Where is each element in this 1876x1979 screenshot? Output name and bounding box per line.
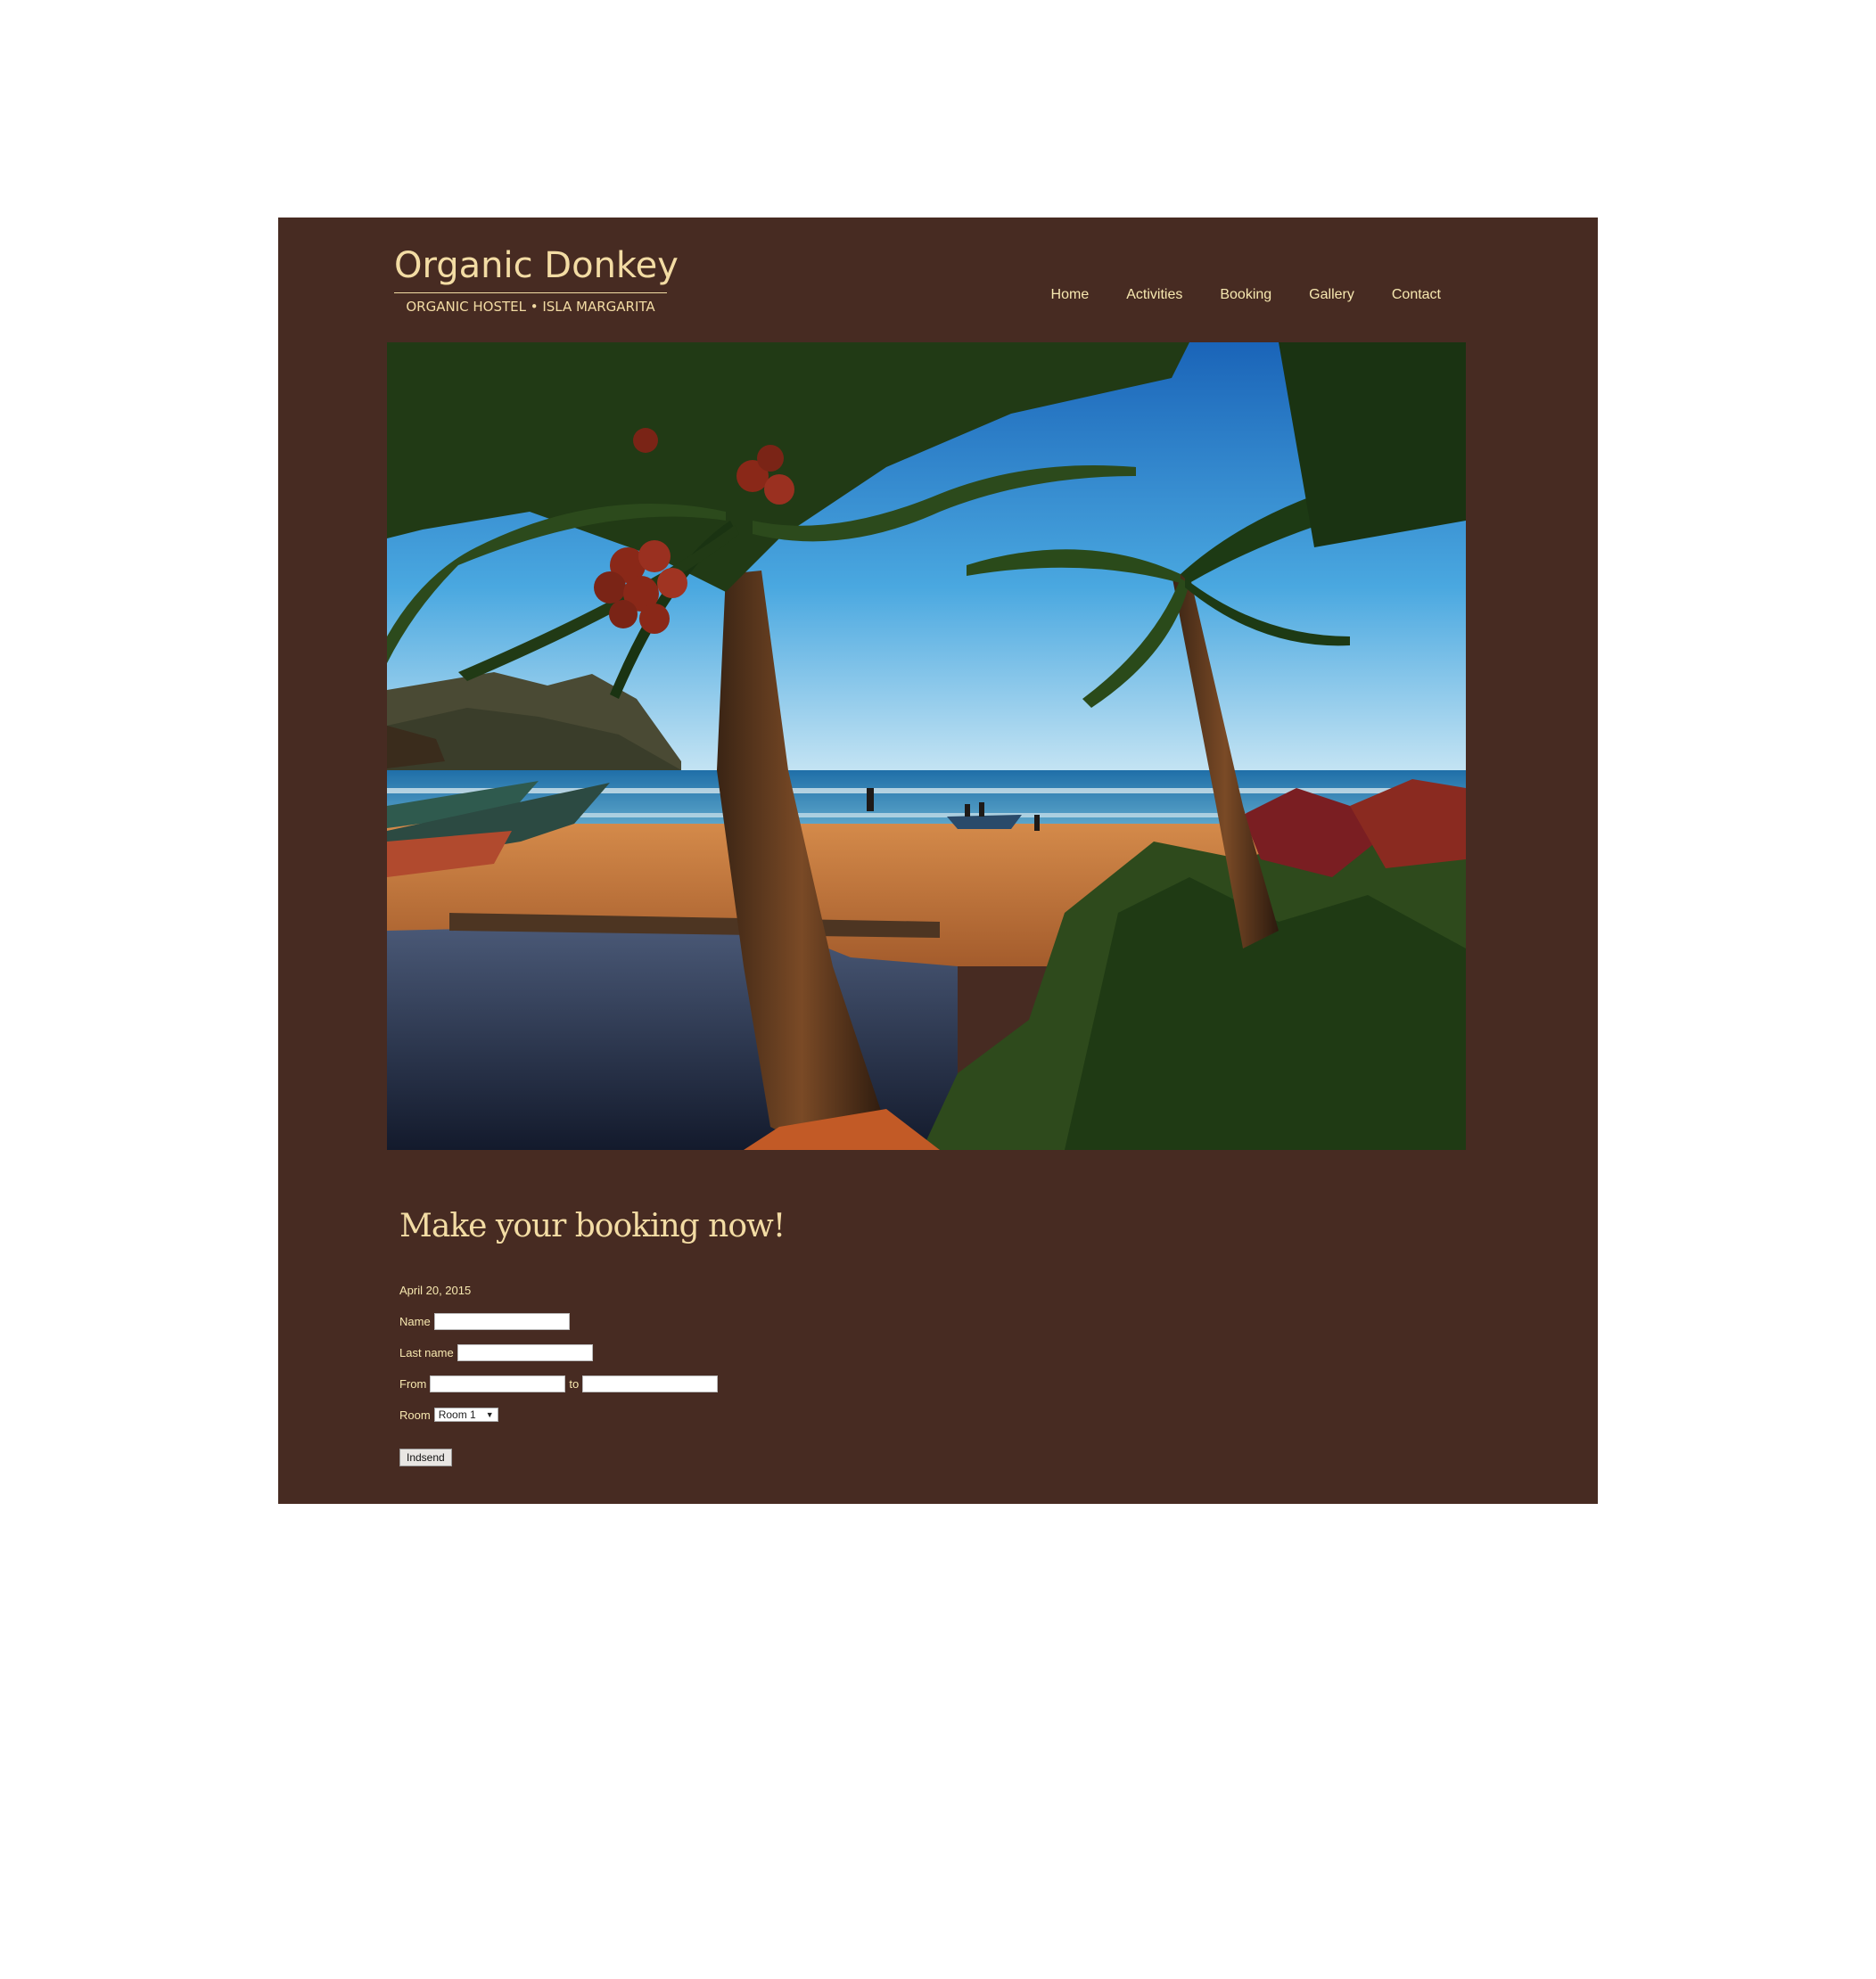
main-nav: Home Activities Booking Gallery Contact [1051,287,1441,303]
from-label: From [399,1376,427,1391]
room-select-value: Room 1 [438,1408,476,1421]
name-row: Name [399,1311,1202,1331]
name-label: Name [399,1314,431,1328]
dates-row: From to [399,1374,1202,1393]
lastname-row: Last name [399,1343,1202,1362]
room-select[interactable]: Room 1 ▼ [433,1408,498,1422]
dropdown-arrow-icon: ▼ [485,1410,494,1419]
to-label: to [569,1376,580,1391]
logo-subtitle: ORGANIC HOSTEL • ISLA MARGARITA [406,299,655,315]
room-label: Room [399,1408,431,1422]
logo-title: Organic Donkey [394,245,679,286]
name-field[interactable] [433,1312,570,1330]
booking-date: April 20, 2015 [399,1283,472,1297]
from-date-field[interactable] [430,1375,566,1392]
nav-booking[interactable]: Booking [1220,287,1271,303]
date-row: April 20, 2015 [399,1280,1202,1300]
beach-palm-photo [387,342,1466,1150]
hero-image [387,342,1466,1150]
nav-activities[interactable]: Activities [1126,287,1182,303]
logo-divider [394,292,667,293]
lastname-label: Last name [399,1345,454,1359]
room-row: Room Room 1 ▼ [399,1405,1202,1425]
nav-gallery[interactable]: Gallery [1309,287,1354,303]
page-container: Organic Donkey ORGANIC HOSTEL • ISLA MAR… [278,218,1598,1504]
lastname-field[interactable] [457,1343,593,1361]
nav-home[interactable]: Home [1051,287,1090,303]
logo[interactable]: Organic Donkey ORGANIC HOSTEL • ISLA MAR… [394,241,679,316]
booking-heading: Make your booking now! [399,1208,786,1244]
nav-contact[interactable]: Contact [1392,287,1441,303]
booking-section: Make your booking now! April 20, 2015 Na… [399,1205,1202,1466]
booking-form: April 20, 2015 Name Last name From to Ro… [399,1280,1202,1466]
to-date-field[interactable] [582,1375,719,1392]
submit-button[interactable]: Indsend [399,1449,452,1466]
